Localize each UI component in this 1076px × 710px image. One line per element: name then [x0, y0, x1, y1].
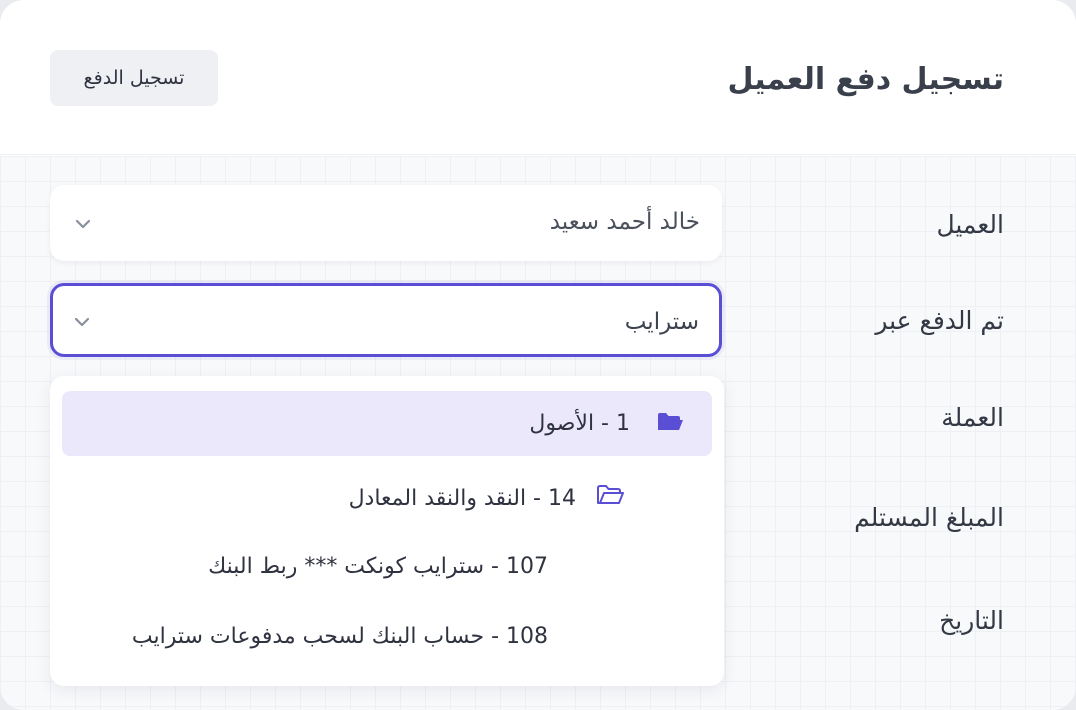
chevron-down-icon: [74, 317, 90, 327]
folder-open-icon: [656, 411, 684, 439]
dropdown-option-cash[interactable]: 14 - النقد والنقد المعادل: [349, 484, 624, 512]
account-dropdown-menu: 1 - الأصول 14 - النقد والنقد المعادل 107…: [50, 376, 724, 686]
label-amount-received: المبلغ المستلم: [854, 503, 1004, 532]
paid-via-select[interactable]: سترايب: [50, 283, 722, 357]
label-currency: العملة: [941, 403, 1004, 432]
client-select-value: خالد أحمد سعيد: [549, 209, 700, 235]
client-select[interactable]: خالد أحمد سعيد: [50, 185, 722, 261]
record-payment-button[interactable]: تسجيل الدفع: [50, 50, 218, 106]
page-title: تسجيل دفع العميل: [727, 62, 1004, 97]
label-date: التاريخ: [939, 606, 1004, 635]
dropdown-option-stripe-connect[interactable]: 107 - سترايب كونكت *** ربط البنك: [208, 554, 548, 579]
dropdown-option-label: 14 - النقد والنقد المعادل: [348, 485, 576, 511]
dropdown-option-label: 107 - سترايب كونكت *** ربط البنك: [208, 554, 548, 579]
payment-dialog: تسجيل دفع العميل تسجيل الدفع العميل تم ا…: [0, 0, 1076, 710]
dropdown-option-assets[interactable]: 1 - الأصول: [62, 391, 712, 456]
chevron-down-icon: [75, 219, 91, 229]
dialog-header: تسجيل دفع العميل تسجيل الدفع: [0, 0, 1076, 155]
dropdown-option-label: 108 - حساب البنك لسحب مدفوعات سترايب: [131, 624, 548, 649]
dropdown-option-stripe-payouts[interactable]: 108 - حساب البنك لسحب مدفوعات سترايب: [132, 624, 548, 649]
label-paid-via: تم الدفع عبر: [875, 306, 1004, 335]
folder-open-icon: [596, 484, 624, 512]
label-client: العميل: [936, 210, 1004, 239]
dropdown-option-label: 1 - الأصول: [529, 411, 630, 436]
paid-via-select-value: سترايب: [624, 309, 699, 335]
